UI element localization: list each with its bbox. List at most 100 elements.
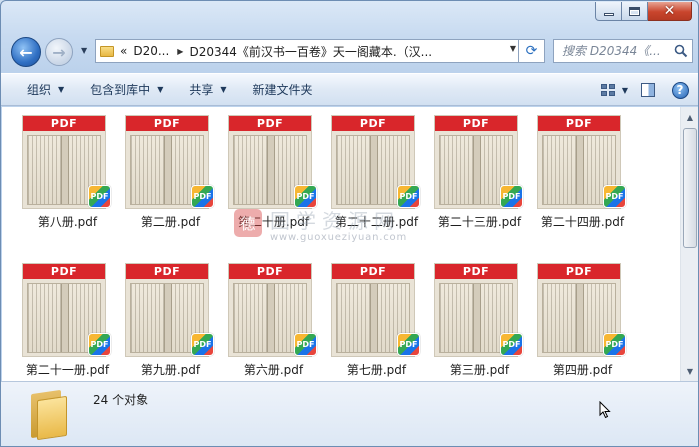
pdf-band: PDF (23, 264, 105, 279)
pdf-band: PDF (435, 264, 517, 279)
search-input[interactable] (562, 44, 680, 58)
pdf-band: PDF (538, 264, 620, 279)
file-item[interactable]: PDF PDF 第八册.pdf (16, 115, 119, 237)
view-options-dropdown-icon[interactable]: ▼ (622, 86, 628, 95)
pdf-app-icon: PDF (191, 333, 214, 356)
file-item[interactable]: PDF PDF 第二册.pdf (119, 115, 222, 237)
pdf-app-icon: PDF (191, 185, 214, 208)
file-item[interactable]: PDF PDF 第二十四册.pdf (531, 115, 634, 237)
breadcrumb-current[interactable]: D20344《前汉书一百卷》天一阁藏本.（汉... (189, 43, 432, 60)
file-item[interactable]: PDF PDF 第六册.pdf (222, 263, 325, 385)
folder-icon (100, 45, 114, 57)
search-box[interactable] (553, 39, 693, 63)
pdf-app-icon: PDF (397, 185, 420, 208)
minimize-icon (603, 12, 614, 16)
close-button[interactable]: ✕ (648, 2, 692, 21)
pdf-band: PDF (229, 264, 311, 279)
preview-pane-icon (641, 83, 655, 97)
chevron-down-icon: ▼ (220, 85, 227, 94)
address-dropdown-icon[interactable]: ▼ (510, 44, 516, 53)
file-item[interactable]: PDF PDF 第四册.pdf (531, 263, 634, 385)
forward-arrow-icon: → (52, 42, 66, 62)
breadcrumb-separator-icon[interactable]: ▶ (177, 47, 183, 56)
breadcrumb-overflow[interactable]: « (120, 44, 127, 58)
pdf-app-icon: PDF (603, 185, 626, 208)
pdf-app-icon: PDF (500, 185, 523, 208)
pdf-app-icon: PDF (500, 333, 523, 356)
file-name[interactable]: 第六册.pdf (214, 361, 333, 378)
file-item[interactable]: PDF PDF 第二十一册.pdf (16, 263, 119, 385)
help-icon: ? (671, 81, 689, 99)
address-bar[interactable]: « D20... ▶ D20344《前汉书一百卷》天一阁藏本.（汉... ▼ (95, 39, 519, 63)
close-icon: ✕ (663, 3, 676, 19)
recent-pages-dropdown[interactable]: ▼ (81, 46, 87, 55)
view-grid-icon (600, 84, 615, 96)
pdf-app-icon: PDF (603, 333, 626, 356)
new-folder-button[interactable]: 新建文件夹 (247, 78, 319, 102)
folder-icon (27, 388, 73, 441)
file-name[interactable]: 第二册.pdf (111, 213, 230, 230)
breadcrumb-parent[interactable]: D20... (133, 44, 169, 58)
scroll-thumb[interactable] (683, 128, 697, 248)
navigation-row: ← → ▼ « D20... ▶ D20344《前汉书一百卷》天一阁藏本.（汉.… (1, 37, 698, 67)
maximize-button[interactable] (622, 2, 648, 21)
explorer-window: ✕ ← → ▼ « D20... ▶ D20344《前汉书一百卷》天一阁藏本.（… (0, 0, 699, 447)
refresh-button[interactable]: ⟳ (519, 39, 545, 63)
file-name[interactable]: 第九册.pdf (111, 361, 230, 378)
pdf-band: PDF (332, 116, 414, 131)
chevron-down-icon: ▼ (58, 85, 65, 94)
new-folder-label: 新建文件夹 (252, 83, 313, 97)
file-name[interactable]: 第二十四册.pdf (523, 213, 642, 230)
pdf-app-icon: PDF (397, 333, 420, 356)
mouse-cursor-icon (599, 401, 611, 419)
vertical-scrollbar[interactable]: ▲ ▼ (680, 107, 698, 381)
file-item[interactable]: PDF PDF 第九册.pdf (119, 263, 222, 385)
file-name[interactable]: 第二十三册.pdf (420, 213, 539, 230)
details-pane: 24 个对象 (1, 381, 698, 446)
share-label: 共享 (189, 83, 214, 97)
file-name[interactable]: 第三册.pdf (420, 361, 539, 378)
file-name[interactable]: 第二十一册.pdf (8, 361, 127, 378)
pdf-band: PDF (538, 116, 620, 131)
forward-button[interactable]: → (45, 38, 73, 66)
minimize-button[interactable] (595, 2, 622, 21)
include-in-library-button[interactable]: 包含到库中 ▼ (84, 78, 169, 102)
file-item[interactable]: PDF PDF 第七册.pdf (325, 263, 428, 385)
pdf-app-icon: PDF (88, 333, 111, 356)
pdf-app-icon: PDF (294, 333, 317, 356)
file-item[interactable]: PDF PDF 第二十册.pdf (222, 115, 325, 237)
organize-label: 组织 (27, 83, 52, 97)
search-icon (674, 44, 688, 58)
include-in-library-label: 包含到库中 (90, 83, 151, 97)
refresh-icon: ⟳ (525, 43, 538, 59)
scroll-down-icon[interactable]: ▼ (683, 364, 697, 378)
maximize-icon (629, 6, 640, 16)
back-arrow-icon: ← (19, 42, 33, 62)
command-bar: 组织 ▼ 包含到库中 ▼ 共享 ▼ 新建文件夹 ▼ ? (1, 73, 698, 106)
file-list-pane[interactable]: PDF PDF 第八册.pdf PDF PDF 第二册.pdf PDF PDF … (2, 107, 680, 381)
caption-buttons: ✕ (595, 2, 692, 21)
back-button[interactable]: ← (11, 37, 41, 67)
pdf-band: PDF (229, 116, 311, 131)
file-grid: PDF PDF 第八册.pdf PDF PDF 第二册.pdf PDF PDF … (16, 115, 634, 385)
organize-button[interactable]: 组织 ▼ (21, 78, 70, 102)
change-view-button[interactable] (596, 78, 620, 102)
preview-pane-button[interactable] (636, 78, 660, 102)
pdf-band: PDF (126, 116, 208, 131)
file-name[interactable]: 第四册.pdf (523, 361, 642, 378)
file-name[interactable]: 第二十册.pdf (214, 213, 333, 230)
scroll-up-icon[interactable]: ▲ (683, 110, 697, 124)
toolbar-right-group: ▼ ? (588, 78, 692, 102)
file-name[interactable]: 第二十二册.pdf (317, 213, 436, 230)
pdf-band: PDF (126, 264, 208, 279)
file-item[interactable]: PDF PDF 第二十三册.pdf (428, 115, 531, 237)
file-name[interactable]: 第七册.pdf (317, 361, 436, 378)
file-name[interactable]: 第八册.pdf (8, 213, 127, 230)
pdf-app-icon: PDF (88, 185, 111, 208)
pdf-band: PDF (23, 116, 105, 131)
file-item[interactable]: PDF PDF 第三册.pdf (428, 263, 531, 385)
pdf-band: PDF (332, 264, 414, 279)
share-button[interactable]: 共享 ▼ (183, 78, 232, 102)
help-button[interactable]: ? (668, 78, 692, 102)
file-item[interactable]: PDF PDF 第二十二册.pdf (325, 115, 428, 237)
